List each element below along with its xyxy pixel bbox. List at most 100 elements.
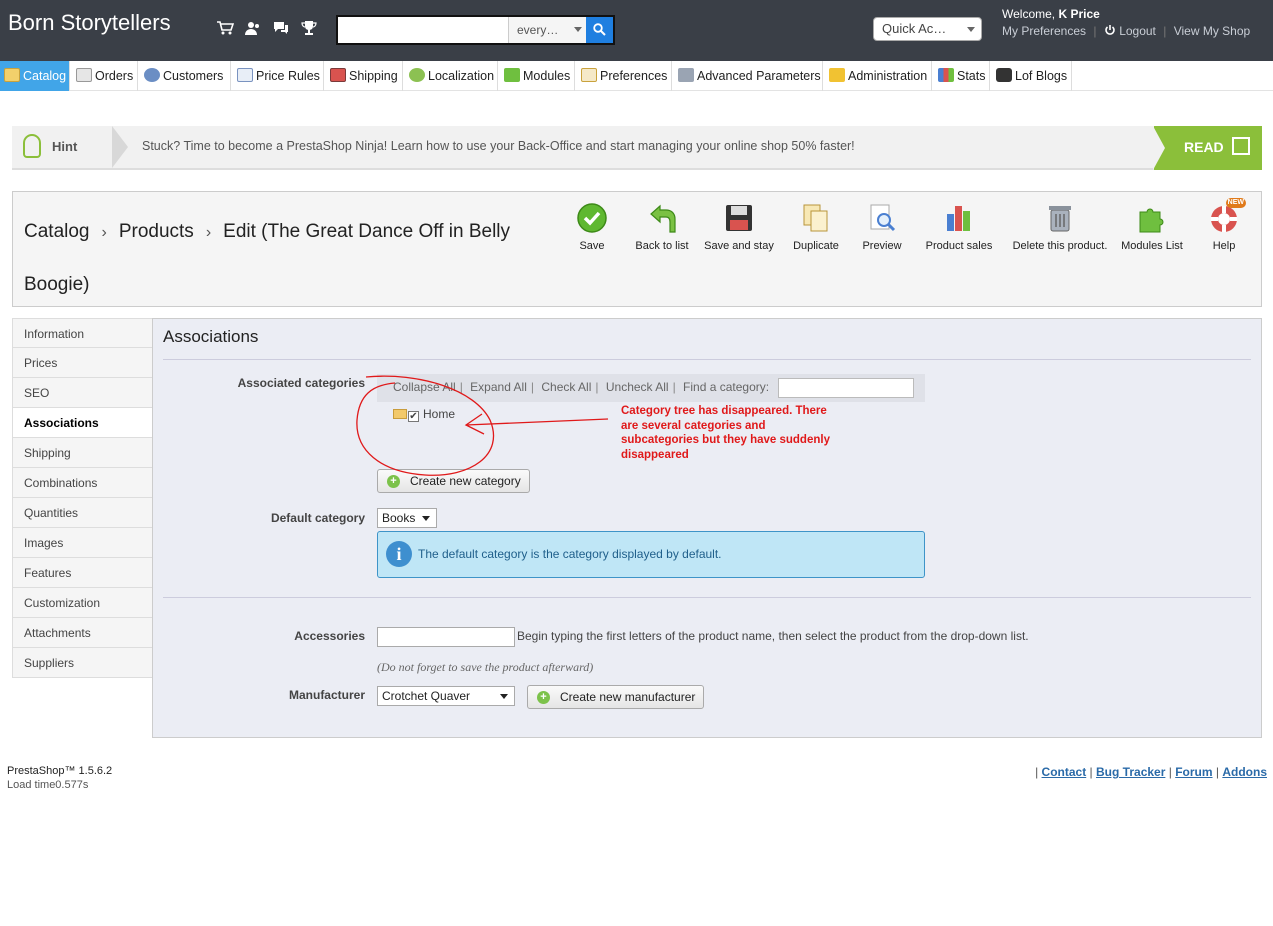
tab-information[interactable]: Information — [12, 318, 153, 348]
tab-customization[interactable]: Customization — [12, 588, 153, 618]
annotation-note: Category tree has disappeared. There are… — [621, 405, 830, 461]
chevron-down-icon — [574, 27, 582, 32]
button-label: Create new category — [410, 474, 521, 488]
contact-link[interactable]: Contact — [1042, 765, 1087, 779]
hint-label-text: Hint — [52, 139, 78, 154]
tab-seo[interactable]: SEO — [12, 378, 153, 408]
menu-customers[interactable]: Customers — [140, 61, 231, 91]
menu-price-rules[interactable]: Price Rules — [233, 61, 324, 91]
welcome-text: Welcome, K Price — [1002, 7, 1100, 21]
accessories-input[interactable] — [377, 627, 515, 647]
product-sales-button[interactable]: Product sales — [922, 202, 996, 252]
tab-features[interactable]: Features — [12, 558, 153, 588]
modules-list-button[interactable]: Modules List — [1121, 202, 1183, 252]
forum-link[interactable]: Forum — [1175, 765, 1212, 779]
search-scope-value: every… — [517, 23, 559, 37]
shop-name[interactable]: Born Storytellers — [8, 10, 171, 36]
bug-tracker-link[interactable]: Bug Tracker — [1096, 765, 1165, 779]
puzzle-icon — [504, 68, 520, 82]
trophy-icon[interactable] — [300, 20, 318, 36]
chevron-down-icon — [500, 694, 508, 699]
manufacturer-select[interactable]: Crotchet Quaver — [377, 686, 515, 706]
preview-button[interactable]: Preview — [860, 202, 904, 252]
save-button[interactable]: Save — [576, 202, 608, 252]
menu-label: Localization — [428, 69, 495, 83]
associations-panel: Associations Associated categories Colla… — [152, 318, 1262, 738]
tab-prices[interactable]: Prices — [12, 348, 153, 378]
customers-icon[interactable] — [244, 20, 262, 36]
view-shop-link[interactable]: View My Shop — [1174, 24, 1250, 38]
chevron-down-icon — [422, 516, 430, 521]
info-icon: i — [386, 541, 412, 567]
tab-attachments[interactable]: Attachments — [12, 618, 153, 648]
tab-suppliers[interactable]: Suppliers — [12, 648, 153, 678]
truck-icon — [330, 68, 346, 82]
tab-associations[interactable]: Associations — [12, 408, 153, 438]
toolbar-label: Modules List — [1121, 240, 1183, 252]
toolbar-label: Duplicate — [793, 240, 839, 252]
save-and-stay-button[interactable]: Save and stay — [703, 202, 775, 252]
menu-shipping[interactable]: Shipping — [326, 61, 403, 91]
hint-label: Hint — [12, 126, 112, 168]
menu-preferences[interactable]: Preferences — [577, 61, 672, 91]
menu-orders[interactable]: Orders — [72, 61, 138, 91]
duplicate-button[interactable]: Duplicate — [791, 202, 841, 252]
menu-label: Advanced Parameters — [697, 69, 821, 83]
user-links: My Preferences | Logout | View My Shop — [1002, 24, 1251, 38]
menu-administration[interactable]: Administration — [825, 61, 932, 91]
tab-combinations[interactable]: Combinations — [12, 468, 153, 498]
help-button[interactable]: NEW Help — [1208, 198, 1246, 252]
menu-stats[interactable]: Stats — [934, 61, 990, 91]
search-input[interactable] — [338, 17, 508, 43]
trash-icon — [1044, 202, 1076, 234]
product-tabs: Information Prices SEO Associations Ship… — [12, 318, 153, 678]
toolbar-label: Save — [579, 240, 605, 252]
check-all-link[interactable]: Check All — [541, 380, 591, 394]
search-scope-select[interactable]: every… — [508, 17, 588, 43]
create-category-button[interactable]: + Create new category — [377, 469, 530, 493]
external-link-icon — [1232, 137, 1250, 155]
expand-all-link[interactable]: Expand All — [470, 380, 527, 394]
quick-access-select[interactable]: Quick Ac… — [873, 17, 982, 41]
accessories-note: (Do not forget to save the product after… — [377, 660, 594, 674]
wrench-icon — [678, 68, 694, 82]
new-badge: NEW — [1225, 198, 1246, 208]
delete-product-button[interactable]: Delete this product. — [1011, 202, 1109, 252]
menu-label: Preferences — [600, 69, 668, 83]
menu-modules[interactable]: Modules — [500, 61, 575, 91]
folder-open-icon[interactable] — [393, 409, 407, 419]
home-label[interactable]: Home — [423, 407, 455, 421]
messages-icon[interactable] — [272, 20, 290, 36]
logout-link[interactable]: Logout — [1119, 24, 1156, 38]
menu-localization[interactable]: Localization — [405, 61, 498, 91]
info-alert: i The default category is the category d… — [377, 531, 925, 578]
read-button[interactable]: READ — [1153, 126, 1262, 170]
search-button[interactable] — [586, 17, 613, 43]
menu-label: Stats — [957, 69, 986, 83]
cart-icon[interactable] — [216, 20, 235, 36]
select-value: Crotchet Quaver — [382, 689, 471, 703]
menu-lof-blogs[interactable]: Lof Blogs — [992, 61, 1072, 91]
back-to-list-button[interactable]: Back to list — [632, 202, 692, 252]
breadcrumb-catalog[interactable]: Catalog — [24, 221, 90, 242]
tab-images[interactable]: Images — [12, 528, 153, 558]
default-category-select[interactable]: Books — [377, 508, 437, 528]
menu-advanced-parameters[interactable]: Advanced Parameters — [674, 61, 823, 91]
uncheck-all-link[interactable]: Uncheck All — [606, 380, 669, 394]
breadcrumb-products[interactable]: Products — [119, 221, 194, 242]
tab-shipping[interactable]: Shipping — [12, 438, 153, 468]
home-checkbox[interactable]: ✔ — [408, 411, 419, 422]
tab-quantities[interactable]: Quantities — [12, 498, 153, 528]
my-preferences-link[interactable]: My Preferences — [1002, 24, 1086, 38]
default-category-label: Default category — [270, 511, 365, 525]
read-label: READ — [1184, 139, 1224, 155]
find-category-input[interactable] — [778, 378, 914, 398]
price-rules-icon — [237, 68, 253, 82]
footer-links: | Contact | Bug Tracker | Forum | Addons — [1035, 765, 1267, 779]
collapse-all-link[interactable]: Collapse All — [393, 380, 456, 394]
accessories-label: Accessories — [294, 629, 365, 643]
menu-catalog[interactable]: Catalog — [0, 61, 70, 91]
create-manufacturer-button[interactable]: + Create new manufacturer — [527, 685, 705, 709]
bar-chart-icon — [938, 68, 954, 82]
addons-link[interactable]: Addons — [1222, 765, 1267, 779]
